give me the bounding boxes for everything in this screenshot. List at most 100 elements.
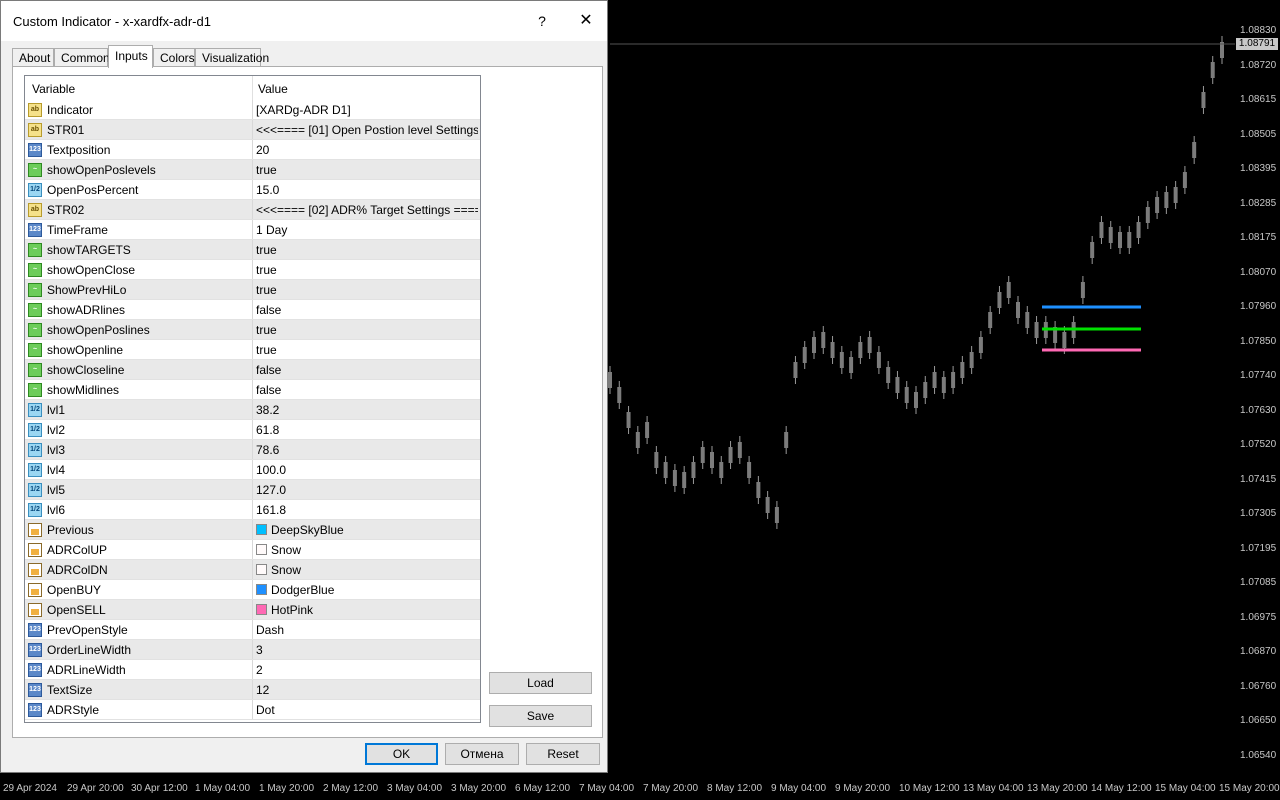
param-value[interactable]: 161.8: [256, 503, 478, 517]
ok-button[interactable]: OK: [365, 743, 438, 765]
param-value[interactable]: [XARDg-ADR D1]: [256, 103, 478, 117]
param-row-textposition[interactable]: 123 Textposition 20: [25, 140, 480, 160]
param-row-showopenposlines[interactable]: ~ showOpenPoslines true: [25, 320, 480, 340]
cancel-button[interactable]: Отмена: [445, 743, 519, 765]
integer-param-icon: 123: [28, 223, 42, 237]
reset-button[interactable]: Reset: [526, 743, 600, 765]
param-value[interactable]: 2: [256, 663, 478, 677]
param-row-lvl6[interactable]: 1/2 lvl6 161.8: [25, 500, 480, 520]
param-row-indicator[interactable]: ab Indicator [XARDg-ADR D1]: [25, 100, 480, 120]
inputs-grid[interactable]: Variable Value ab Indicator [XARDg-ADR D1]…: [24, 75, 481, 723]
param-value[interactable]: 100.0: [256, 463, 478, 477]
param-value[interactable]: true: [256, 343, 478, 357]
custom-indicator-dialog: Custom Indicator - x-xardfx-adr-d1 ? ✕ A…: [0, 0, 608, 773]
tab-visualization[interactable]: Visualization: [195, 48, 269, 67]
param-value[interactable]: true: [256, 263, 478, 277]
param-value[interactable]: <<<==== [01] Open Postion level Settings…: [256, 123, 478, 137]
param-value[interactable]: DeepSkyBlue: [271, 523, 480, 537]
param-row-lvl1[interactable]: 1/2 lvl1 38.2: [25, 400, 480, 420]
param-name: showOpenPoslevels: [47, 163, 156, 177]
param-row-str02[interactable]: ab STR02 <<<==== [02] ADR% Target Settings…: [25, 200, 480, 220]
param-value[interactable]: false: [256, 383, 478, 397]
param-row-openbuy[interactable]: OpenBUY DodgerBlue: [25, 580, 480, 600]
help-button[interactable]: ?: [531, 9, 553, 33]
param-row-lvl2[interactable]: 1/2 lvl2 61.8: [25, 420, 480, 440]
param-row-opensell[interactable]: OpenSELL HotPink: [25, 600, 480, 620]
param-row-showopenline[interactable]: ~ showOpenline true: [25, 340, 480, 360]
color-param-icon: [28, 523, 42, 537]
param-name: PrevOpenStyle: [47, 623, 128, 637]
param-row-adrcoldn[interactable]: ADRColDN Snow: [25, 560, 480, 580]
param-value[interactable]: Snow: [271, 543, 480, 557]
dialog-titlebar[interactable]: Custom Indicator - x-xardfx-adr-d1 ? ✕: [1, 1, 607, 41]
param-row-previous[interactable]: Previous DeepSkyBlue: [25, 520, 480, 540]
param-value[interactable]: 15.0: [256, 183, 478, 197]
param-name: lvl3: [47, 443, 66, 457]
load-button[interactable]: Load: [489, 672, 592, 694]
close-icon[interactable]: ✕: [575, 9, 597, 33]
param-value[interactable]: Dash: [256, 623, 478, 637]
param-name: OpenBUY: [47, 583, 102, 597]
param-row-orderlinewidth[interactable]: 123 OrderLineWidth 3: [25, 640, 480, 660]
param-row-openpospercent[interactable]: 1/2 OpenPosPercent 15.0: [25, 180, 480, 200]
param-row-timeframe[interactable]: 123 TimeFrame 1 Day: [25, 220, 480, 240]
param-value[interactable]: true: [256, 283, 478, 297]
candle-body: [608, 372, 612, 388]
param-row-adrstyle[interactable]: 123 ADRStyle Dot: [25, 700, 480, 720]
tab-colors[interactable]: Colors: [153, 48, 195, 67]
param-name: lvl4: [47, 463, 66, 477]
header-value[interactable]: Value: [258, 82, 288, 96]
param-row-str01[interactable]: ab STR01 <<<==== [01] Open Postion level S…: [25, 120, 480, 140]
param-value[interactable]: 3: [256, 643, 478, 657]
param-row-prevopenstyle[interactable]: 123 PrevOpenStyle Dash: [25, 620, 480, 640]
price-tick: 1.06975: [1240, 611, 1277, 623]
param-value[interactable]: HotPink: [271, 603, 480, 617]
candle-body: [784, 432, 789, 448]
param-value[interactable]: 61.8: [256, 423, 478, 437]
param-value[interactable]: false: [256, 363, 478, 377]
save-button[interactable]: Save: [489, 705, 592, 727]
param-value[interactable]: true: [256, 243, 478, 257]
param-value[interactable]: true: [256, 323, 478, 337]
param-value[interactable]: 78.6: [256, 443, 478, 457]
param-row-adrlinewidth[interactable]: 123 ADRLineWidth 2: [25, 660, 480, 680]
double-param-icon: 1/2: [28, 403, 42, 417]
param-row-showprevhilo[interactable]: ~ ShowPrevHiLo true: [25, 280, 480, 300]
param-row-showtargets[interactable]: ~ showTARGETS true: [25, 240, 480, 260]
param-row-showcloseline[interactable]: ~ showCloseline false: [25, 360, 480, 380]
header-variable[interactable]: Variable: [32, 82, 75, 96]
column-divider: [252, 420, 253, 440]
param-row-showopenclose[interactable]: ~ showOpenClose true: [25, 260, 480, 280]
time-tick: 29 Apr 2024: [3, 783, 57, 794]
candle-body: [914, 392, 918, 408]
param-row-textsize[interactable]: 123 TextSize 12: [25, 680, 480, 700]
param-row-lvl5[interactable]: 1/2 lvl5 127.0: [25, 480, 480, 500]
param-value[interactable]: DodgerBlue: [271, 583, 480, 597]
header-divider[interactable]: [252, 76, 253, 100]
tab-inputs[interactable]: Inputs: [108, 45, 153, 68]
param-value[interactable]: 1 Day: [256, 223, 478, 237]
param-value[interactable]: 127.0: [256, 483, 478, 497]
param-value[interactable]: <<<==== [02] ADR% Target Settings ====>>…: [256, 203, 478, 217]
tab-common[interactable]: Common: [54, 48, 110, 67]
param-row-adrcolup[interactable]: ADRColUP Snow: [25, 540, 480, 560]
param-value[interactable]: Dot: [256, 703, 478, 717]
double-param-icon: 1/2: [28, 183, 42, 197]
param-row-lvl4[interactable]: 1/2 lvl4 100.0: [25, 460, 480, 480]
param-value[interactable]: false: [256, 303, 478, 317]
param-value[interactable]: Snow: [271, 563, 480, 577]
time-tick: 9 May 20:00: [835, 783, 891, 794]
param-value[interactable]: true: [256, 163, 478, 177]
param-name: lvl1: [47, 403, 66, 417]
param-row-lvl3[interactable]: 1/2 lvl3 78.6: [25, 440, 480, 460]
param-row-showadrlines[interactable]: ~ showADRlines false: [25, 300, 480, 320]
tab-about[interactable]: About: [12, 48, 54, 67]
param-row-showopenposlevels[interactable]: ~ showOpenPoslevels true: [25, 160, 480, 180]
param-row-showmidlines[interactable]: ~ showMidlines false: [25, 380, 480, 400]
param-value[interactable]: 12: [256, 683, 478, 697]
param-value[interactable]: 20: [256, 143, 478, 157]
time-tick: 15 May 04:00: [1155, 783, 1216, 794]
param-value[interactable]: 38.2: [256, 403, 478, 417]
time-tick: 1 May 20:00: [259, 783, 315, 794]
column-divider: [252, 460, 253, 480]
